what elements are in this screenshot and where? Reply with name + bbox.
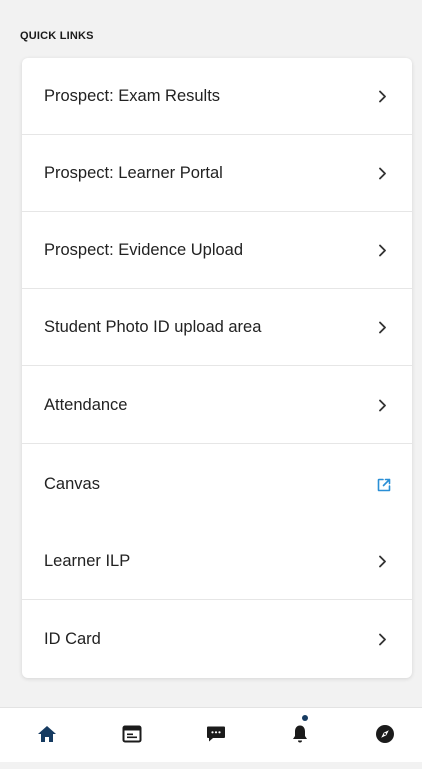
link-label: Prospect: Learner Portal	[44, 164, 223, 182]
link-label: Prospect: Exam Results	[44, 87, 221, 105]
home-icon	[37, 725, 57, 743]
bottom-navigation	[0, 707, 422, 762]
link-label: Attendance	[44, 396, 128, 414]
chat-icon	[206, 725, 226, 743]
link-label: Canvas	[44, 475, 100, 493]
link-label: Student Photo ID upload area	[44, 318, 262, 336]
chevron-right-icon	[376, 555, 388, 569]
link-label: Prospect: Evidence Upload	[44, 241, 244, 259]
home-indicator-area	[0, 762, 422, 769]
link-learner-portal[interactable]: Prospect: Learner Portal	[22, 135, 412, 212]
nav-explore-button[interactable]	[373, 722, 397, 746]
calendar-icon	[122, 725, 142, 743]
nav-home-button[interactable]	[35, 722, 59, 746]
chevron-right-icon	[376, 90, 388, 104]
nav-messages-button[interactable]	[204, 722, 228, 746]
chevron-right-icon	[376, 167, 388, 181]
quick-links-card: Prospect: Exam Results Prospect: Learner…	[22, 58, 412, 678]
compass-icon	[375, 724, 395, 744]
link-label: Learner ILP	[44, 552, 131, 570]
chevron-right-icon	[376, 633, 388, 647]
chevron-right-icon	[376, 244, 388, 258]
nav-notifications-button[interactable]	[288, 715, 312, 746]
link-canvas[interactable]: Canvas	[22, 446, 412, 523]
nav-calendar-button[interactable]	[120, 722, 144, 746]
link-evidence-upload[interactable]: Prospect: Evidence Upload	[22, 212, 412, 289]
link-id-card[interactable]: ID Card	[22, 601, 412, 678]
chevron-right-icon	[376, 321, 388, 335]
section-title: QUICK LINKS	[20, 30, 94, 42]
link-attendance[interactable]: Attendance	[22, 367, 412, 444]
link-exam-results[interactable]: Prospect: Exam Results	[22, 58, 412, 135]
notification-dot	[302, 715, 308, 721]
chevron-right-icon	[376, 399, 388, 413]
external-link-icon	[376, 477, 392, 493]
bell-icon	[291, 715, 309, 744]
link-label: ID Card	[44, 630, 101, 648]
link-photo-id-upload[interactable]: Student Photo ID upload area	[22, 289, 412, 366]
link-learner-ilp[interactable]: Learner ILP	[22, 523, 412, 600]
